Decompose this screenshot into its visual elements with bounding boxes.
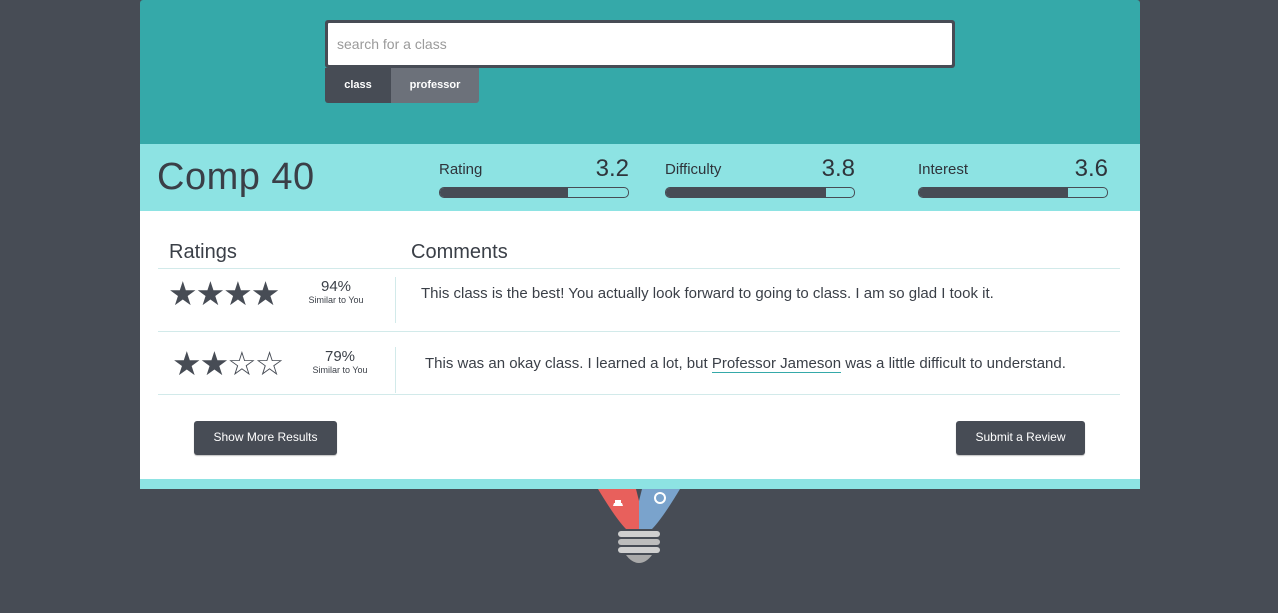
metric-difficulty: Difficulty 3.8 bbox=[665, 144, 855, 211]
lightbulb-logo-icon bbox=[598, 489, 680, 563]
submit-review-button[interactable]: Submit a Review bbox=[956, 421, 1085, 455]
metric-rating: Rating 3.2 bbox=[439, 144, 629, 211]
metric-label: Rating bbox=[439, 161, 483, 178]
bulb-base-ring bbox=[618, 547, 660, 553]
rating-bar-fill bbox=[440, 188, 568, 197]
ratings-column-header: Ratings bbox=[169, 241, 237, 263]
bulb-tip bbox=[626, 555, 652, 563]
similarity-label: Similar to You bbox=[312, 365, 368, 375]
review-comment: This class is the best! You actually loo… bbox=[421, 285, 994, 302]
interest-bar-fill bbox=[919, 188, 1068, 197]
search-box bbox=[325, 20, 955, 68]
comment-text: was a little difficult to understand. bbox=[841, 355, 1066, 372]
tab-professor[interactable]: professor bbox=[391, 68, 479, 103]
course-title: Comp 40 bbox=[157, 156, 315, 198]
logo-red-half bbox=[598, 489, 639, 529]
column-separator bbox=[395, 277, 396, 323]
metric-value: 3.6 bbox=[1074, 155, 1108, 182]
similarity-percent: 94% bbox=[320, 278, 352, 295]
search-header: class professor bbox=[140, 0, 1140, 144]
divider bbox=[158, 394, 1120, 395]
star-rating: ★★☆☆ bbox=[172, 345, 284, 382]
bulb-base-ring bbox=[618, 531, 660, 537]
course-summary: Comp 40 Rating 3.2 Difficulty 3.8 Intere… bbox=[140, 144, 1140, 211]
difficulty-bar bbox=[665, 187, 855, 198]
show-more-results-button[interactable]: Show More Results bbox=[194, 421, 337, 455]
comment-text: This class is the best! You actually loo… bbox=[421, 285, 994, 302]
divider bbox=[158, 331, 1120, 332]
similarity-label: Similar to You bbox=[308, 295, 364, 305]
column-separator bbox=[395, 347, 396, 393]
similarity-score: 79% Similar to You bbox=[305, 349, 375, 376]
search-type-tabs: class professor bbox=[325, 68, 479, 103]
professor-link[interactable]: Professor Jameson bbox=[711, 355, 842, 373]
metric-label: Difficulty bbox=[665, 161, 722, 178]
metric-value: 3.2 bbox=[595, 155, 629, 182]
rating-bar bbox=[439, 187, 629, 198]
metric-interest: Interest 3.6 bbox=[918, 144, 1108, 211]
difficulty-bar-fill bbox=[666, 188, 826, 197]
review-comment: This was an okay class. I learned a lot,… bbox=[425, 355, 1066, 373]
review-row: ★★☆☆ 79% Similar to You This was an okay… bbox=[158, 339, 1120, 401]
search-input[interactable] bbox=[328, 23, 952, 65]
main-panel: class professor Comp 40 Rating 3.2 Diffi… bbox=[140, 0, 1140, 489]
comments-column-header: Comments bbox=[411, 241, 508, 263]
star-rating: ★★★★ bbox=[168, 275, 280, 312]
bulb-base-ring bbox=[618, 539, 660, 545]
footer-bar bbox=[140, 479, 1140, 489]
tab-class[interactable]: class bbox=[325, 68, 391, 103]
interest-bar bbox=[918, 187, 1108, 198]
review-row: ★★★★ 94% Similar to You This class is th… bbox=[158, 269, 1120, 331]
similarity-score: 94% Similar to You bbox=[301, 279, 371, 306]
comment-text: This was an okay class. I learned a lot,… bbox=[425, 355, 712, 372]
metric-value: 3.8 bbox=[821, 155, 855, 182]
metric-label: Interest bbox=[918, 161, 969, 178]
reviews-section: Ratings Comments ★★★★ 94% Similar to You… bbox=[140, 211, 1140, 479]
similarity-percent: 79% bbox=[324, 348, 356, 365]
